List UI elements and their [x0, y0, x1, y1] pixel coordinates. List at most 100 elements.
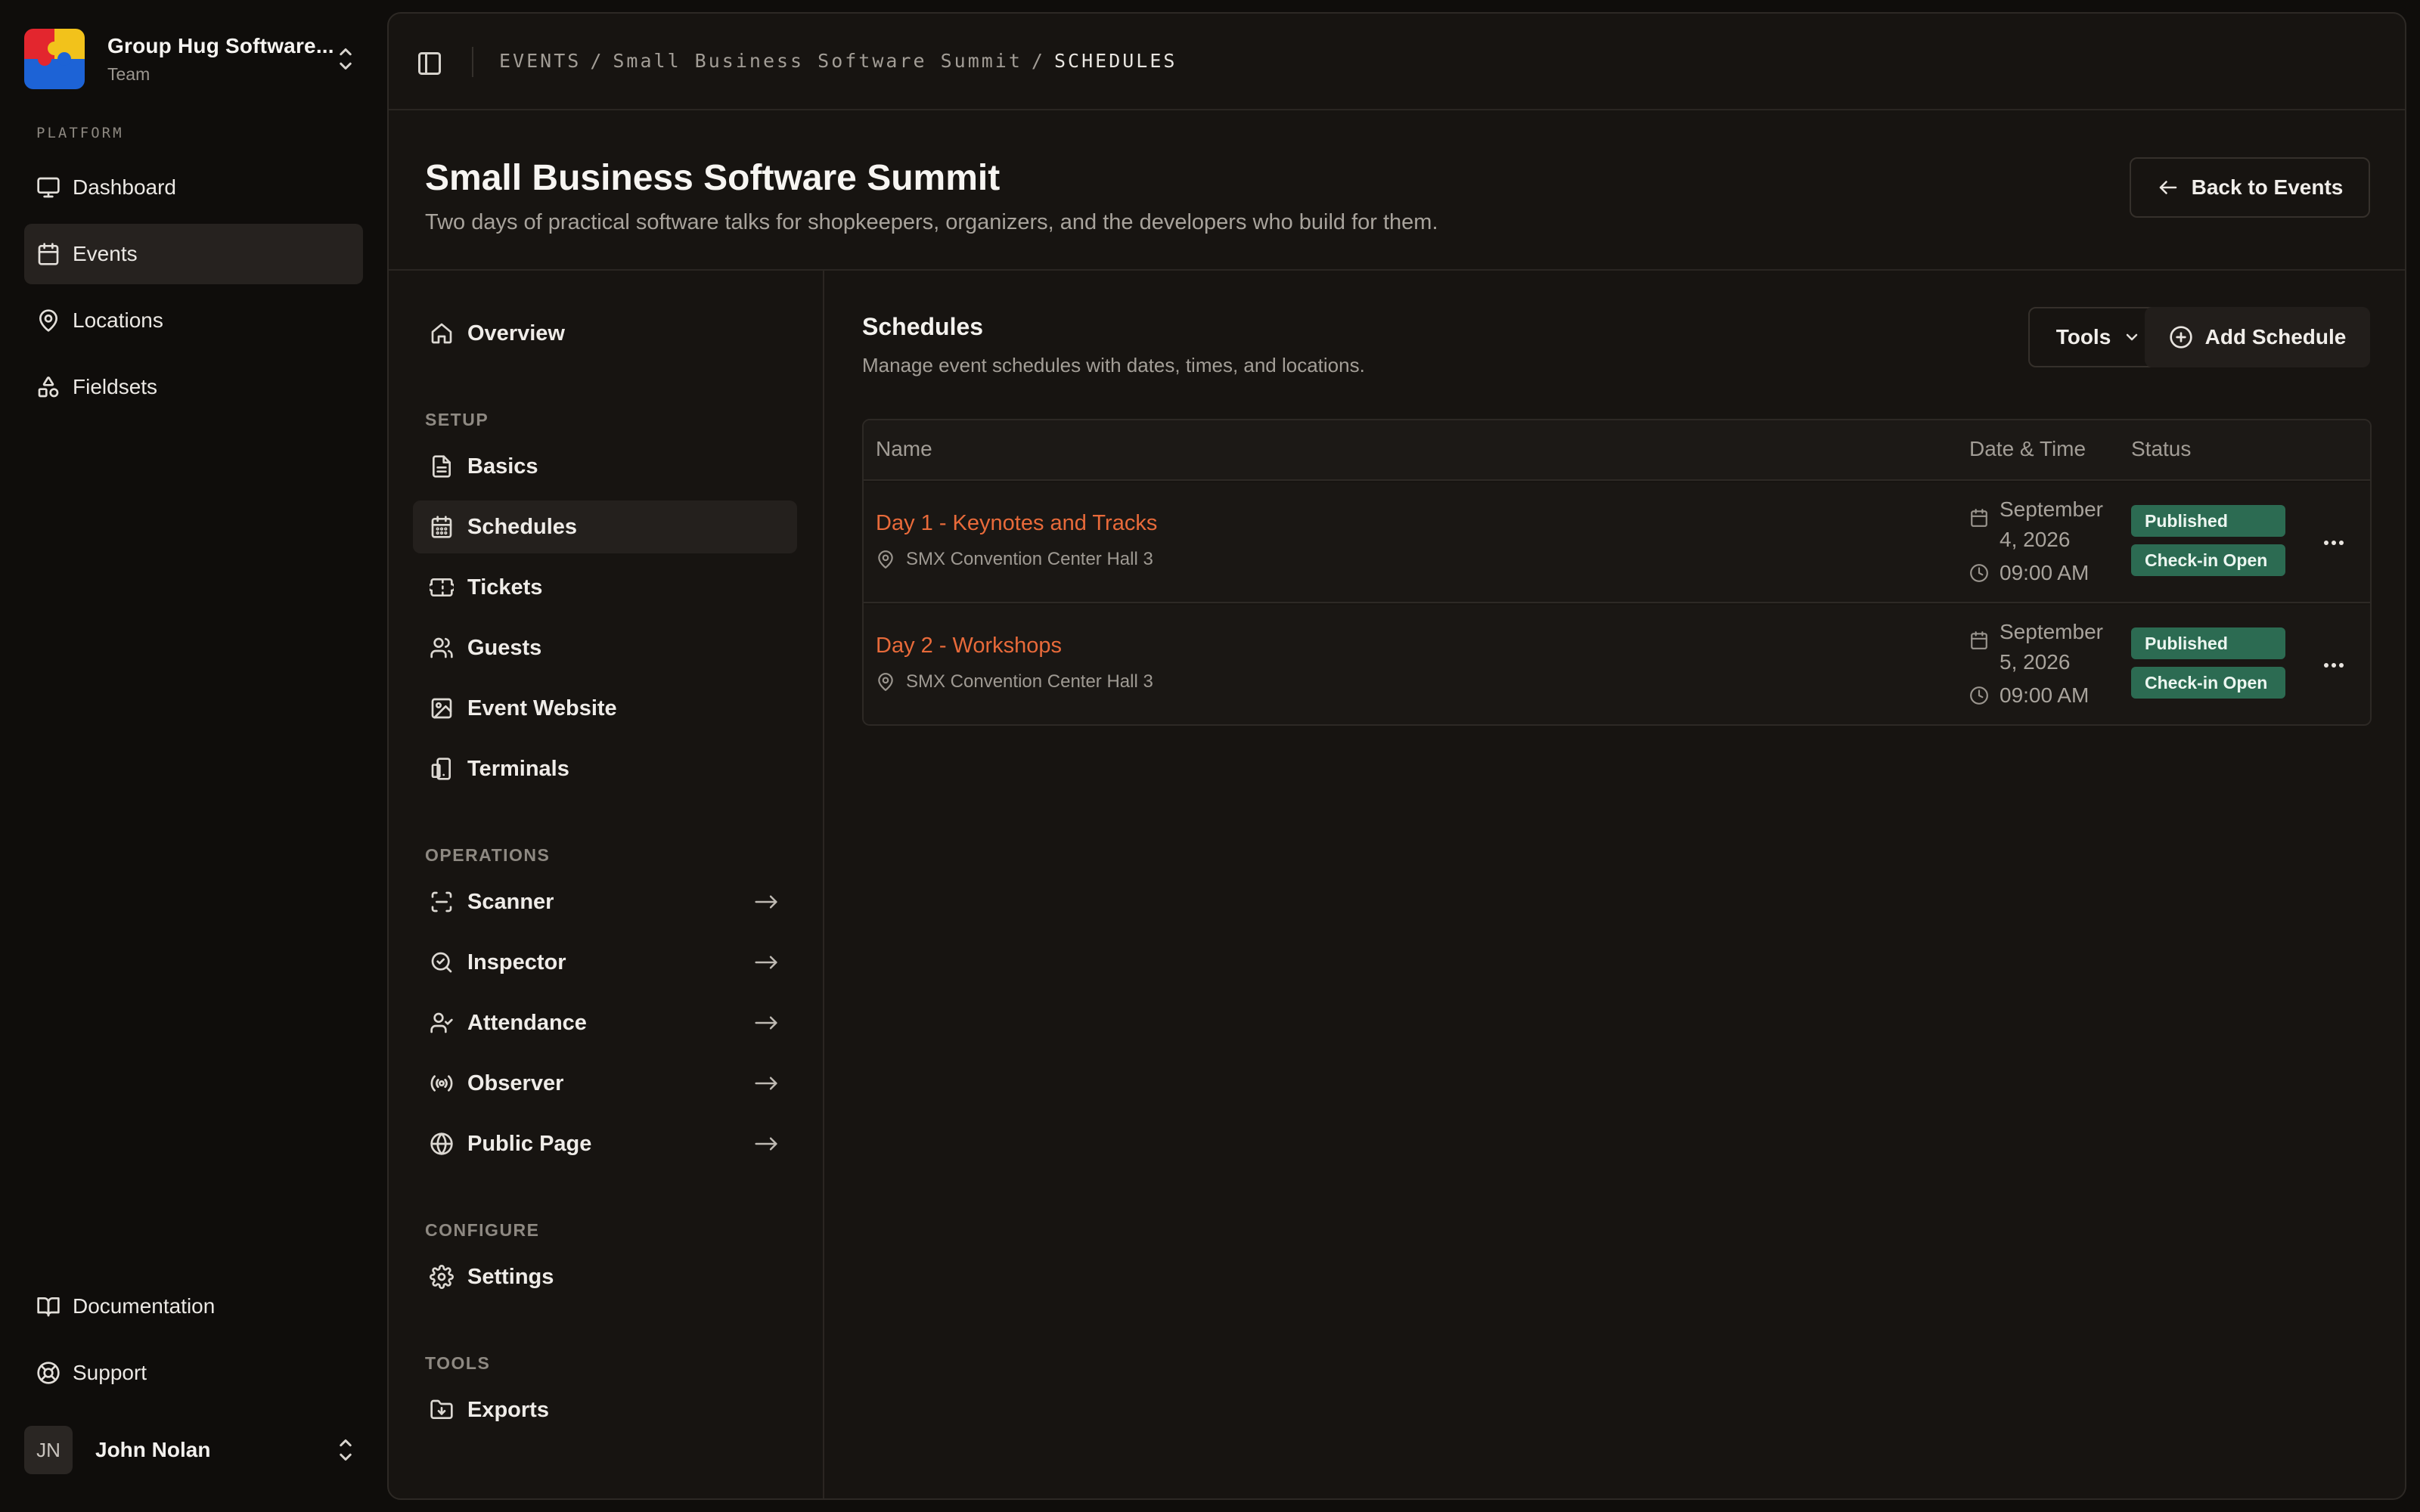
team-name: Group Hug Software...: [107, 33, 334, 57]
gear-icon: [430, 1265, 454, 1289]
search-check-icon: [431, 952, 452, 973]
subnav-schedules[interactable]: Schedules: [413, 500, 797, 553]
section-title: Schedules: [862, 313, 984, 340]
scan-icon: [431, 891, 452, 912]
subnav-observer[interactable]: Observer: [413, 1057, 797, 1110]
schedule-date: September 4, 2026: [2000, 497, 2103, 551]
operations-heading: OPERATIONS: [425, 845, 551, 865]
avatar: JN: [24, 1426, 73, 1474]
event-subnav: Overview SETUP Basics Schedules Tickets …: [389, 271, 824, 1498]
schedules-table: Name Date & Time Status Day 1 - Keynotes…: [862, 419, 2372, 726]
folder-down-icon: [430, 1399, 453, 1419]
subnav-scanner[interactable]: Scanner: [413, 875, 797, 928]
subnav-exports[interactable]: Exports: [413, 1383, 797, 1436]
table-row[interactable]: Day 2 - Workshops SMX Convention Center …: [864, 605, 2370, 724]
topbar: EVENTS / Small Business Software Summit / SC…: [389, 14, 2405, 110]
subnav-settings[interactable]: Settings: [413, 1250, 797, 1303]
schedule-name-link[interactable]: Day 2 - Workshops: [876, 634, 1062, 658]
schedule-location: SMX Convention Center Hall 3: [876, 549, 1153, 570]
schedules-content: Schedules Manage event schedules with da…: [826, 271, 2405, 1498]
arrow-right-icon: [755, 1016, 777, 1030]
team-switcher[interactable]: Group Hug Software... Team: [24, 23, 357, 95]
chevrons-up-down-icon: [340, 48, 352, 70]
breadcrumb-event[interactable]: Small Business Software Summit: [613, 50, 1022, 72]
calendar-icon: [1971, 631, 1987, 649]
breadcrumb-separator: /: [1031, 50, 1045, 72]
column-status: Status: [2131, 437, 2192, 460]
subnav-exports-label: Exports: [467, 1397, 549, 1422]
nav-dashboard[interactable]: Dashboard: [24, 157, 363, 218]
configure-heading: CONFIGURE: [425, 1220, 540, 1240]
nav-fieldsets-label: Fieldsets: [73, 375, 158, 398]
subnav-inspector[interactable]: Inspector: [413, 936, 797, 989]
calendar-icon: [1971, 509, 1987, 527]
more-horizontal-icon: [2324, 541, 2344, 545]
page-description: Two days of practical software talks for…: [425, 210, 1438, 234]
app-sidebar: Group Hug Software... Team PLATFORM Dash…: [0, 0, 386, 1512]
section-description: Manage event schedules with dates, times…: [862, 354, 1365, 376]
row-actions-button[interactable]: [2313, 650, 2355, 680]
subnav-event-website[interactable]: Event Website: [413, 682, 797, 735]
subnav-terminals[interactable]: Terminals: [413, 742, 797, 795]
nav-locations-label: Locations: [73, 308, 163, 332]
schedule-time: 09:00 AM: [2000, 683, 2090, 707]
subnav-settings-label: Settings: [467, 1264, 554, 1289]
add-schedule-label: Add Schedule: [2204, 325, 2347, 349]
users-icon: [430, 637, 453, 658]
subnav-attendance[interactable]: Attendance: [413, 996, 797, 1049]
team-role: Team: [107, 64, 150, 84]
arrow-right-icon: [755, 895, 777, 909]
table-row[interactable]: Day 1 - Keynotes and Tracks SMX Conventi…: [864, 482, 2370, 603]
table-header: Name Date & Time Status: [864, 420, 2370, 481]
schedule-location-text: SMX Convention Center Hall 3: [906, 671, 1153, 692]
setup-heading: SETUP: [425, 410, 489, 429]
tools-heading: TOOLS: [425, 1353, 491, 1373]
subnav-guests[interactable]: Guests: [413, 621, 797, 674]
breadcrumb-separator: /: [590, 50, 604, 72]
arrow-right-icon: [755, 1077, 777, 1090]
schedule-location: SMX Convention Center Hall 3: [876, 671, 1153, 692]
sidebar-toggle-icon[interactable]: [416, 50, 443, 77]
page-title: Small Business Software Summit: [425, 158, 1001, 198]
calendar-days-icon: [431, 516, 452, 538]
row-actions-button[interactable]: [2313, 528, 2355, 558]
status-badge: Published: [2131, 505, 2285, 537]
nav-support[interactable]: Support: [24, 1343, 363, 1403]
subnav-event-website-label: Event Website: [467, 696, 617, 720]
tools-label: Tools: [2055, 325, 2111, 349]
nav-events[interactable]: Events: [24, 224, 363, 284]
ticket-icon: [430, 578, 454, 596]
plus-circle-icon: [2169, 326, 2192, 349]
nav-fieldsets[interactable]: Fieldsets: [24, 357, 363, 417]
map-pin-icon: [878, 673, 893, 691]
subnav-overview-label: Overview: [467, 321, 565, 345]
subnav-public-page[interactable]: Public Page: [413, 1117, 797, 1170]
user-menu[interactable]: JN John Nolan: [24, 1423, 357, 1477]
status-badge: Published: [2131, 627, 2285, 659]
nav-documentation[interactable]: Documentation: [24, 1276, 363, 1337]
book-icon: [37, 1297, 60, 1317]
subnav-basics[interactable]: Basics: [413, 440, 797, 493]
column-name: Name: [876, 437, 932, 460]
schedule-name-link[interactable]: Day 1 - Keynotes and Tracks: [876, 511, 1157, 536]
tablet-icon: [431, 758, 451, 780]
subnav-tickets-label: Tickets: [467, 575, 543, 600]
image-icon: [431, 698, 452, 719]
subnav-public-page-label: Public Page: [467, 1131, 592, 1156]
column-datetime: Date & Time: [1969, 437, 2086, 460]
add-schedule-button[interactable]: Add Schedule: [2145, 307, 2370, 367]
more-horizontal-icon: [2324, 663, 2344, 668]
chevrons-up-down-icon: [340, 1439, 352, 1461]
breadcrumb-events[interactable]: EVENTS: [499, 50, 581, 72]
platform-label: PLATFORM: [36, 125, 124, 141]
globe-icon: [430, 1132, 453, 1155]
nav-locations[interactable]: Locations: [24, 290, 363, 351]
status-badge: Check-in Open: [2131, 544, 2285, 576]
calendar-icon: [38, 243, 59, 265]
schedule-date: September 5, 2026: [2000, 620, 2103, 674]
back-to-events-button[interactable]: Back to Events: [2130, 157, 2370, 218]
subnav-tickets[interactable]: Tickets: [413, 561, 797, 614]
schedule-datetime: September 4, 2026 09:00 AM: [1969, 494, 2121, 585]
breadcrumb: EVENTS / Small Business Software Summit / SC…: [499, 50, 1177, 72]
subnav-overview[interactable]: Overview: [413, 307, 797, 360]
